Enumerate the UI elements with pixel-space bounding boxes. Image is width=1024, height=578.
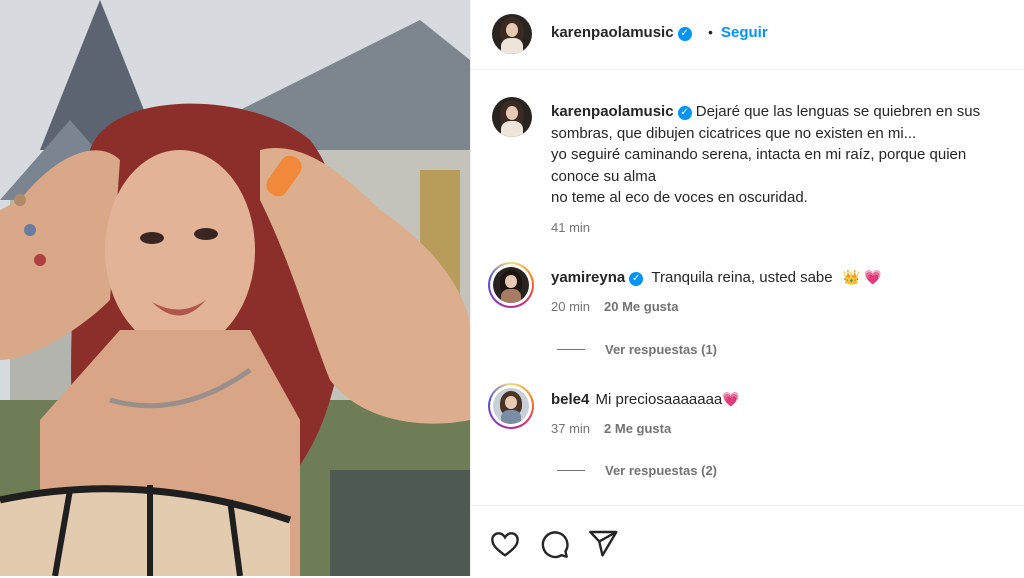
replies-divider [557,470,585,471]
verified-badge-icon: ✓ [677,27,692,41]
caption-author-avatar[interactable] [492,97,532,137]
verified-badge-icon: ✓ [629,272,644,286]
view-replies-label[interactable]: Ver respuestas (1) [605,342,717,357]
post-header: karenpaolamusic ✓ • Seguir [471,0,1024,70]
post-details-panel: karenpaolamusic ✓ • Seguir karenpaolamusi… [470,0,1024,576]
author-avatar[interactable] [492,14,532,54]
follow-button[interactable]: Seguir [721,24,768,41]
caption-timestamp[interactable]: 41 min [551,220,590,235]
comment-username[interactable]: bele4 [551,391,589,408]
caption-line-4: conoce su alma [551,167,657,185]
view-replies-button[interactable]: Ver respuestas (1) [557,342,717,357]
comment-yamireyna: yamireyna ✓ Tranquila reina, usted sabe 👑… [551,269,882,286]
comment-meta: 37 min 2 Me gusta [551,421,671,436]
comment-meta: 20 min 20 Me gusta [551,299,678,314]
verified-badge-icon: ✓ [677,106,692,120]
post-photo[interactable] [0,0,470,576]
view-replies-button[interactable]: Ver respuestas (2) [557,463,717,478]
comment-username[interactable]: yamireyna [551,269,625,286]
post-caption: karenpaolamusic ✓ Dejaré que las lenguas … [551,101,1021,209]
comment-time[interactable]: 37 min [551,421,590,436]
post-photo-illustration [0,0,470,576]
heart-icon[interactable] [489,528,521,560]
share-icon[interactable] [587,528,619,560]
comment-time[interactable]: 20 min [551,299,590,314]
comment-text: Tranquila reina, usted sabe [651,269,833,286]
author-username[interactable]: karenpaolamusic ✓ [551,24,692,41]
post-actions-bar [471,505,1024,578]
comment-likes[interactable]: 20 Me gusta [604,299,678,314]
comment-icon[interactable] [538,528,570,560]
view-replies-label[interactable]: Ver respuestas (2) [605,463,717,478]
author-username-text[interactable]: karenpaolamusic [551,24,674,41]
caption-line-1: Dejaré que las lenguas se quiebren en su… [695,103,981,120]
comment-bele4: bele4 Mi preciosaaaaaaa💗 [551,391,740,408]
replies-divider [557,349,585,350]
caption-line-3: yo seguiré caminando serena, intacta en … [551,146,967,163]
caption-line-5: no teme al eco de voces en oscuridad. [551,189,808,206]
comment-avatar-yamireyna[interactable] [488,262,534,308]
instagram-post-view: karenpaolamusic ✓ • Seguir karenpaolamusi… [0,0,1024,576]
comment-text: Mi preciosaaaaaaa [595,391,723,408]
header-separator: • [708,24,713,40]
comment-likes[interactable]: 2 Me gusta [604,421,671,436]
caption-username[interactable]: karenpaolamusic [551,103,674,120]
comment-avatar-bele4[interactable] [488,383,534,429]
caption-line-2: sombras, que dibujen cicatrices que no e… [551,124,917,142]
heart-emoji: 💗 [722,391,740,407]
crown-heart-emoji: 👑 💗 [842,269,882,285]
